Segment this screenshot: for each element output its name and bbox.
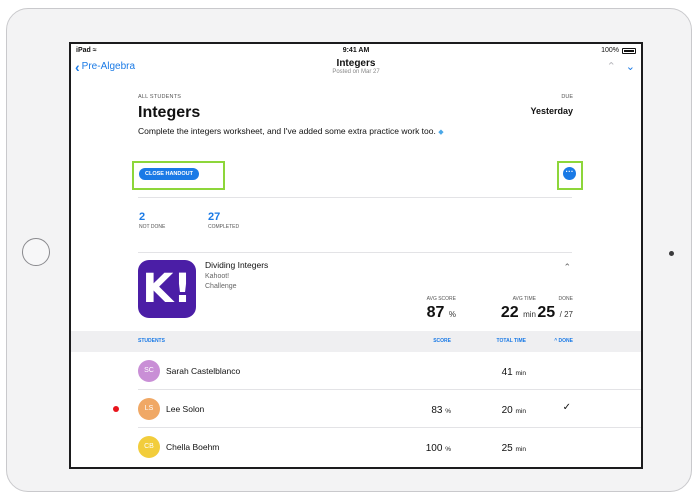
assignment-title: Integers — [138, 104, 201, 121]
chevron-down-icon[interactable]: ⌄ — [626, 60, 635, 73]
table-row[interactable]: LS Lee Solon 83 % 20 min ✓ — [71, 390, 641, 428]
ipad-screen: iPad ≈ 9:41 AM 100% ‹ Pre-Algebra Intege… — [69, 42, 643, 469]
avatar: SC — [138, 360, 160, 382]
navigation-bar: ‹ Pre-Algebra Integers Posted on Mar 27 … — [71, 57, 641, 79]
metric-value: 87 % — [426, 304, 456, 321]
stat-completed[interactable]: 27 COMPLETED — [208, 211, 239, 230]
chevron-up-icon[interactable]: ⌃ — [563, 262, 571, 273]
diamond-icon: ◆ — [438, 129, 444, 136]
student-name: Sarah Castelblanco — [166, 366, 241, 376]
stat-value: 2 — [139, 211, 146, 223]
battery-status: 100% — [601, 47, 636, 54]
score: 100 % — [425, 443, 451, 454]
activity-provider: Kahoot! — [205, 273, 230, 280]
stat-label: COMPLETED — [208, 224, 240, 230]
ellipsis-icon: ··· — [565, 167, 574, 176]
nav-title: Integers — [336, 58, 376, 69]
column-score[interactable]: SCORE — [433, 338, 451, 344]
alert-dot-icon — [113, 406, 119, 412]
student-name: Lee Solon — [166, 404, 205, 414]
avatar: LS — [138, 398, 160, 420]
nav-subtitle: Posted on Mar 27 — [332, 69, 380, 75]
nav-title-block: Integers Posted on Mar 27 — [71, 58, 641, 75]
due-value: Yesterday — [530, 106, 573, 116]
total-time: 25 min — [501, 443, 526, 454]
metric-value: 25 / 27 — [537, 304, 573, 321]
close-handout-highlight: CLOSE HANDOUT — [132, 161, 225, 190]
more-options-button[interactable]: ··· — [563, 167, 576, 180]
checkmark-icon: ✓ — [562, 402, 571, 413]
stat-label: NOT DONE — [139, 224, 166, 230]
stat-not-done[interactable]: 2 NOT DONE — [139, 211, 165, 230]
score: 83 % — [431, 405, 451, 416]
more-button-highlight: ··· — [557, 161, 583, 190]
divider — [138, 197, 572, 198]
metric-value: 22 min — [500, 304, 536, 321]
activity-type: Challenge — [205, 283, 237, 290]
chevron-up-icon[interactable]: ⌃ — [607, 60, 616, 73]
column-students[interactable]: STUDENTS — [138, 338, 165, 344]
activity-name: Dividing Integers — [205, 260, 269, 270]
due-label: DUE — [561, 94, 573, 100]
table-row[interactable]: SC Sarah Castelblanco 41 min — [71, 352, 641, 390]
avatar: CB — [138, 436, 160, 458]
column-done[interactable]: ^ DONE — [554, 338, 573, 344]
close-handout-button[interactable]: CLOSE HANDOUT — [139, 168, 199, 180]
battery-percent: 100% — [601, 47, 619, 54]
metric-label: AVG TIME — [512, 296, 536, 302]
total-time: 20 min — [501, 405, 526, 416]
column-total-time[interactable]: TOTAL TIME — [497, 338, 526, 344]
divider — [138, 252, 572, 253]
done-metric: DONE 25 / 27 — [537, 296, 573, 322]
stat-value: 27 — [208, 211, 221, 223]
nav-arrows: ⌃ ⌄ — [607, 60, 635, 73]
assignment-description: Complete the integers worksheet, and I'v… — [138, 126, 444, 136]
status-time: 9:41 AM — [342, 47, 370, 54]
home-button[interactable] — [22, 238, 50, 266]
camera-dot — [669, 251, 674, 256]
table-row[interactable]: CB Chella Boehm 100 % 25 min — [71, 428, 641, 466]
table-header: STUDENTS SCORE TOTAL TIME ^ DONE — [71, 331, 641, 352]
battery-icon — [622, 47, 636, 54]
metric-label: DONE — [558, 296, 573, 302]
kahoot-app-icon: K! — [138, 260, 196, 318]
status-bar: iPad ≈ 9:41 AM 100% — [71, 44, 641, 57]
avg-score-metric: AVG SCORE 87 % — [427, 296, 456, 322]
total-time: 41 min — [501, 367, 526, 378]
audience-label: ALL STUDENTS — [138, 94, 182, 100]
description-text: Complete the integers worksheet, and I'v… — [138, 126, 436, 136]
avg-time-metric: AVG TIME 22 min — [501, 296, 536, 322]
student-name: Chella Boehm — [166, 442, 220, 452]
metric-label: AVG SCORE — [426, 296, 456, 302]
